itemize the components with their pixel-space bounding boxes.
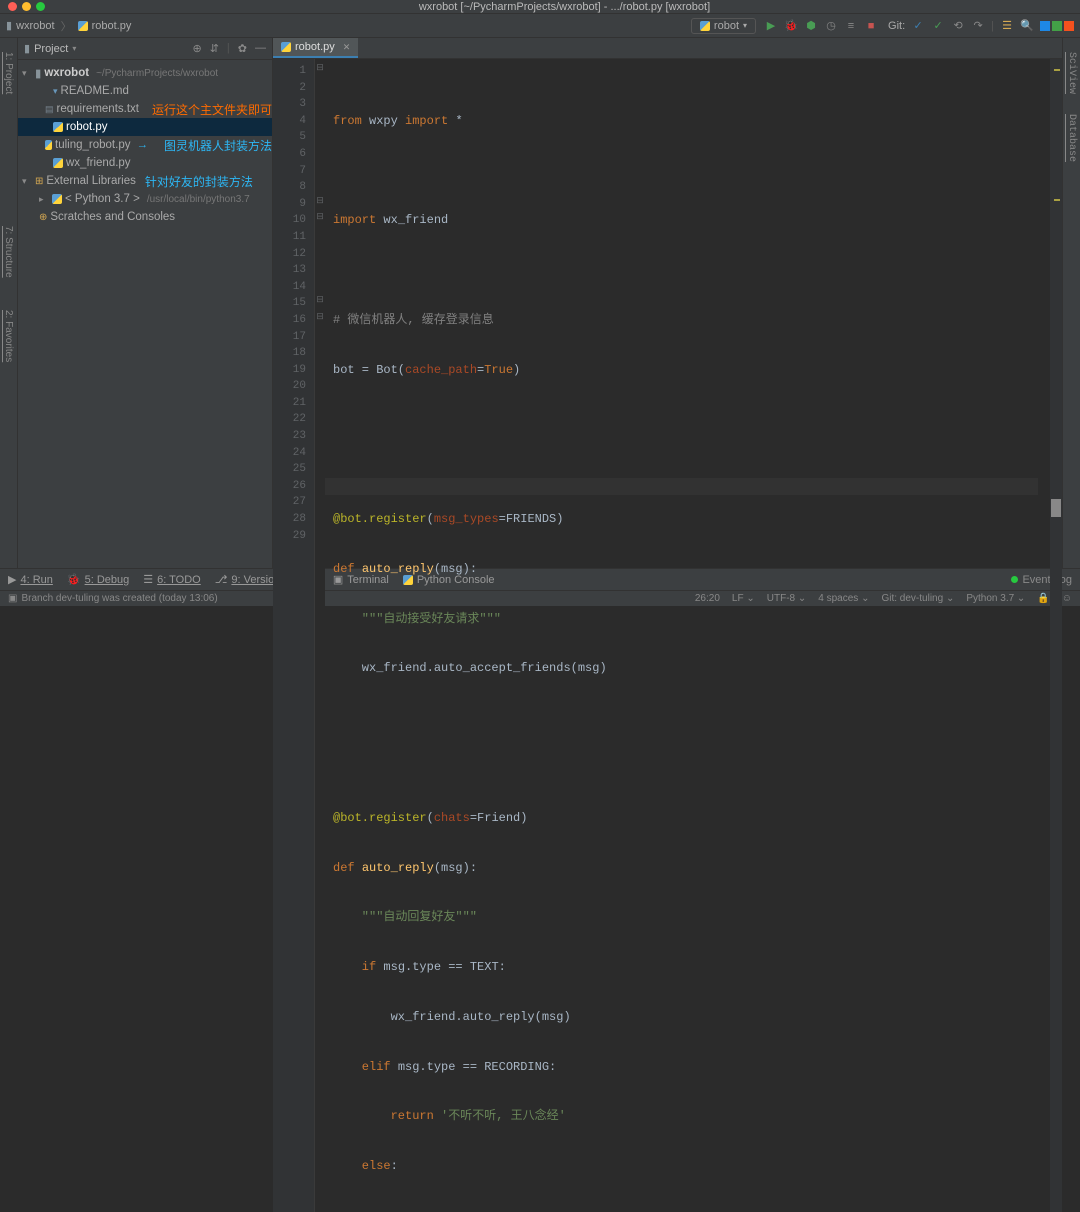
expand-all-icon[interactable]: ⇵ [210,42,219,55]
python-icon [52,194,62,204]
python-file-icon [45,140,52,150]
project-panel-header: ▮ Project ▾ ⊕ ⇵ | ✿ — [18,38,272,60]
python-file-icon [78,21,88,31]
editor-minimap[interactable] [1050,59,1062,1212]
window-titlebar: wxrobot [~/PycharmProjects/wxrobot] - ..… [0,0,1080,14]
library-icon: ⊞ [35,176,43,187]
fold-gutter[interactable]: ⊟⊟⊟⊟⊟ [315,59,325,1212]
tree-file-requirements[interactable]: ▤ requirements.txt 运行这个主文件夹即可 [18,100,272,118]
annotation-text: 针对好友的封装方法 [145,173,253,190]
profile-button[interactable]: ◷ [824,19,838,33]
annotation-text: 运行这个主文件夹即可 [152,101,272,118]
editor-tabs: robot.py ✕ [273,38,1062,59]
concurrency-button[interactable]: ≡ [844,19,858,33]
chevron-down-icon: ▾ [743,21,747,30]
chevron-right-icon: 〉 [61,18,72,34]
close-tab-icon[interactable]: ✕ [343,42,351,53]
close-window-button[interactable] [8,2,17,11]
window-controls [8,2,45,11]
breadcrumb-root[interactable]: wxrobot [16,20,55,32]
chevron-down-icon[interactable]: ▾ [72,44,76,53]
project-tool-tab[interactable]: 1: Project [3,46,14,100]
python-file-icon [281,42,291,52]
python-file-icon [53,122,63,132]
tab-robot-py[interactable]: robot.py ✕ [273,38,358,58]
markdown-file-icon: ▾ [53,86,58,97]
tree-file-tuling[interactable]: tuling_robot.py → 图灵机器人封装方法 [18,136,272,154]
run-tool-tab[interactable]: ▶ 4: Run [8,573,53,586]
tree-external-libraries[interactable]: ▾⊞ External Libraries 针对好友的封装方法 [18,172,272,190]
status-message: Branch dev-tuling was created (today 13:… [21,593,217,604]
tree-file-wxfriend[interactable]: wx_friend.py [18,154,272,172]
minimize-window-button[interactable] [22,2,31,11]
git-commit-button[interactable]: ✓ [931,19,945,33]
tree-root[interactable]: ▾▮ wxrobot ~/PycharmProjects/wxrobot [18,64,272,82]
external-tool-icons[interactable] [1040,21,1074,31]
folder-icon: ▮ [6,19,12,32]
arrow-icon: → [136,139,148,151]
folder-icon: ▮ [24,42,30,55]
scratches-icon: ⊕ [39,212,47,223]
coverage-button[interactable]: ⬢ [804,19,818,33]
navigation-bar: ▮ wxrobot 〉 robot.py robot ▾ ▶ 🐞 ⬢ ◷ ≡ ■… [0,14,1080,38]
locate-file-icon[interactable]: ⊕ [192,42,201,55]
stop-button[interactable]: ■ [864,19,878,33]
breadcrumb-file[interactable]: robot.py [92,20,132,32]
annotation-text: 图灵机器人封装方法 [164,137,272,154]
git-label: Git: [888,20,905,32]
favorites-tool-tab[interactable]: 2: Favorites [3,304,14,368]
breadcrumb[interactable]: ▮ wxrobot 〉 robot.py [6,18,131,34]
right-tool-window-bar: SciView Database [1062,38,1080,568]
tree-file-robot[interactable]: robot.py [18,118,272,136]
sciview-tool-tab[interactable]: SciView [1066,46,1077,100]
debug-tool-tab[interactable]: 🐞 5: Debug [67,573,129,586]
hector-status-icon[interactable]: ☺ [1062,593,1072,604]
folder-icon: ▮ [35,66,41,80]
tree-file-readme[interactable]: ▾ README.md [18,82,272,100]
database-tool-tab[interactable]: Database [1066,108,1077,168]
code-editor[interactable]: 1234567891011121314151617181920212223242… [273,59,1062,1212]
settings-icon[interactable]: ✿ [238,42,247,55]
run-configuration-selector[interactable]: robot ▾ [691,18,756,34]
window-title: wxrobot [~/PycharmProjects/wxrobot] - ..… [57,1,1072,13]
project-tree[interactable]: ▾▮ wxrobot ~/PycharmProjects/wxrobot ▾ R… [18,60,272,230]
tree-python-sdk[interactable]: ▸ < Python 3.7 > /usr/local/bin/python3.… [18,190,272,208]
tool-window-toggle-icon[interactable]: ▣ [8,593,17,604]
project-panel-title: Project [34,43,68,55]
python-icon [700,21,710,31]
hide-panel-icon[interactable]: — [255,42,266,55]
hector-icon[interactable]: ☰ [1000,19,1014,33]
python-file-icon [53,158,63,168]
editor-area: robot.py ✕ 12345678910111213141516171819… [273,38,1062,568]
text-file-icon: ▤ [45,104,54,115]
git-revert-button[interactable]: ↷ [971,19,985,33]
left-tool-window-bar: 1: Project 7: Structure 2: Favorites [0,38,18,568]
git-update-button[interactable]: ✓ [911,19,925,33]
search-everywhere-button[interactable]: 🔍 [1020,19,1034,33]
structure-tool-tab[interactable]: 7: Structure [3,220,14,284]
maximize-window-button[interactable] [36,2,45,11]
debug-button[interactable]: 🐞 [784,19,798,33]
git-history-button[interactable]: ⟲ [951,19,965,33]
run-button[interactable]: ▶ [764,19,778,33]
todo-tool-tab[interactable]: ☰ 6: TODO [143,573,200,586]
project-tool-window: ▮ Project ▾ ⊕ ⇵ | ✿ — ▾▮ wxrobot ~/Pycha… [18,38,273,568]
tree-scratches[interactable]: ⊕ Scratches and Consoles [18,208,272,226]
code-content[interactable]: from wxpy import * import wx_friend # 微信… [325,59,1050,1212]
line-number-gutter[interactable]: 1234567891011121314151617181920212223242… [273,59,315,1212]
